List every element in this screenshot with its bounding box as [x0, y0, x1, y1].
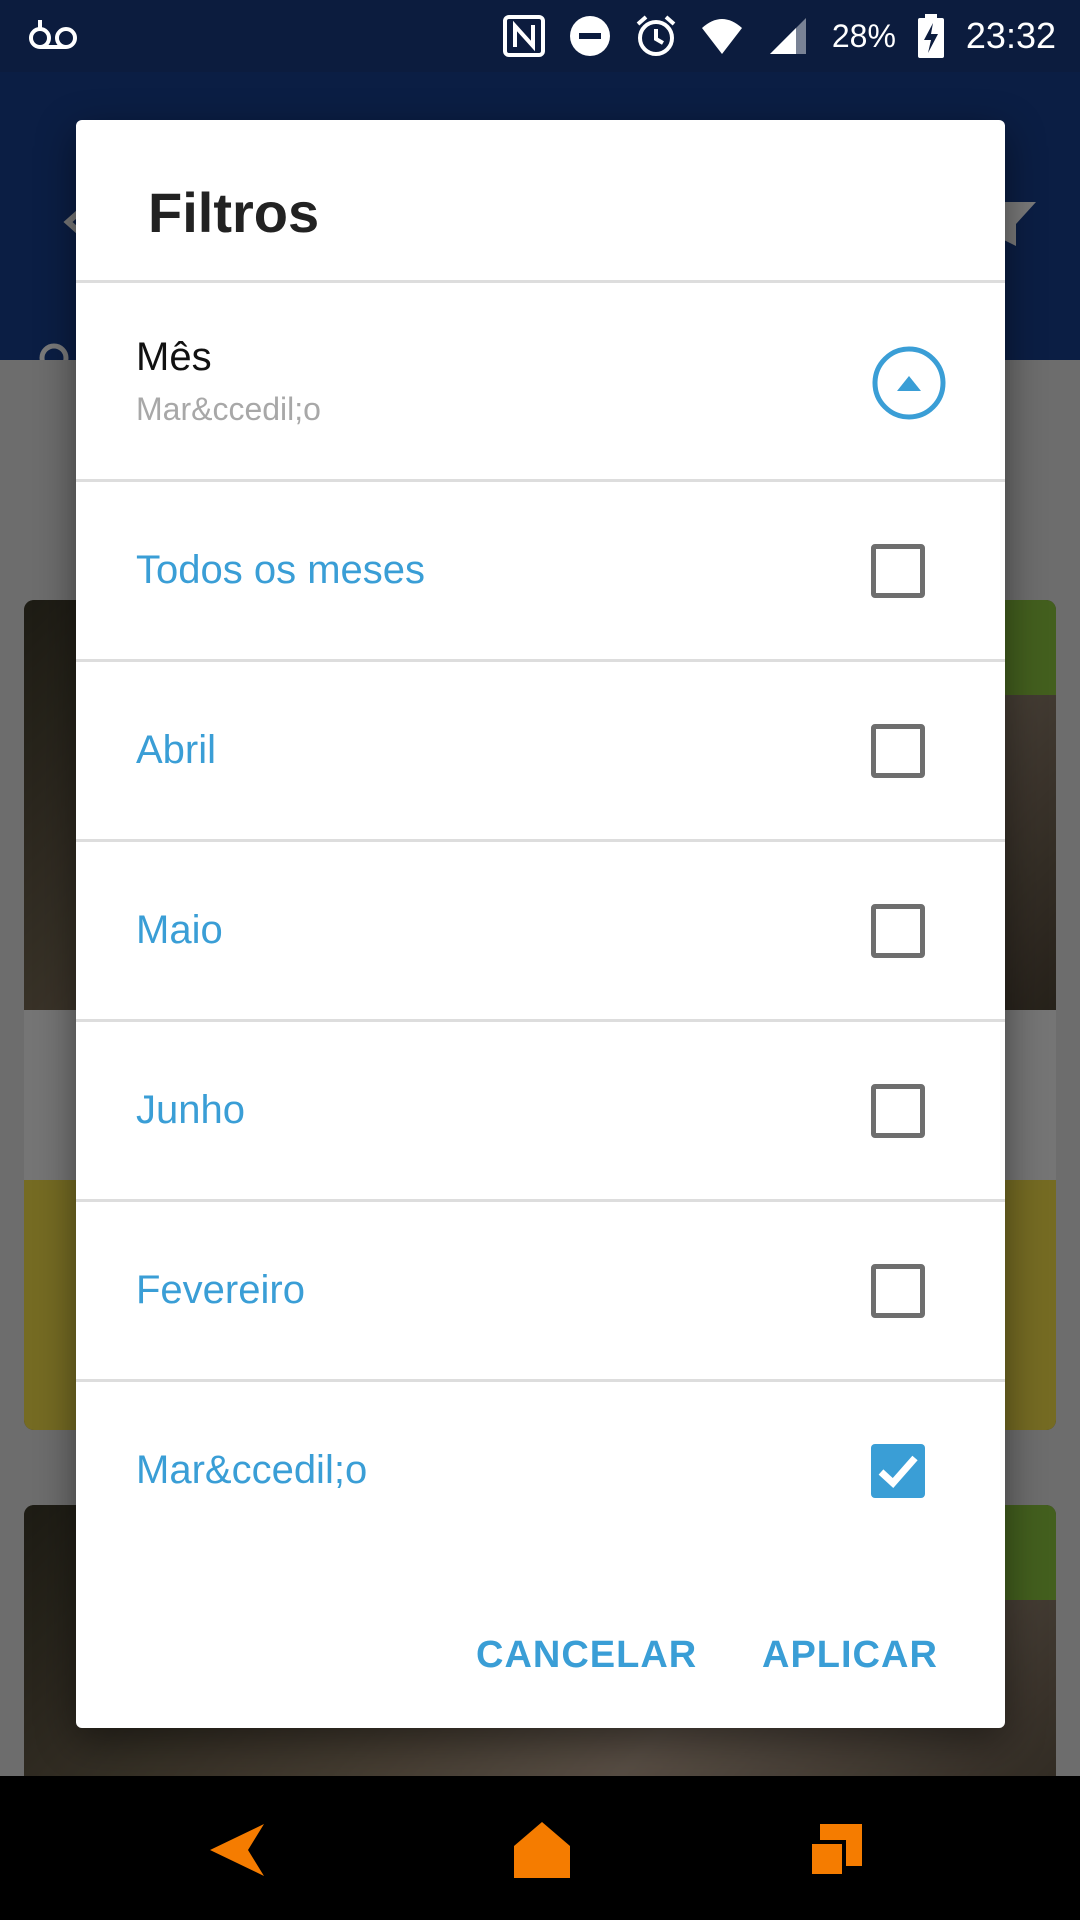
recents-icon[interactable] — [806, 1820, 866, 1880]
option-label: Mar&ccedil;o — [136, 1448, 368, 1492]
apply-button[interactable]: APLICAR — [762, 1610, 938, 1700]
battery-charging-icon — [917, 14, 944, 58]
clock: 23:32 — [965, 15, 1056, 56]
month-dropdown[interactable]: Mês Mar&ccedil;o — [76, 283, 1005, 479]
filter-dialog: Filtros Mês Mar&ccedil;o Todos os meses … — [76, 120, 1005, 1728]
dialog-title: Filtros — [148, 181, 320, 244]
option-label: Junho — [136, 1088, 245, 1132]
checkbox[interactable] — [871, 904, 925, 958]
option-abril[interactable]: Abril — [76, 662, 1005, 839]
checkbox[interactable] — [871, 1264, 925, 1318]
option-junho[interactable]: Junho — [76, 1022, 1005, 1199]
back-icon[interactable] — [208, 1820, 268, 1880]
checkbox[interactable] — [871, 1084, 925, 1138]
option-label: Maio — [136, 908, 223, 952]
battery-percent: 28% — [831, 17, 896, 54]
option-label: Fevereiro — [136, 1268, 305, 1312]
dropdown-label: Mês — [136, 335, 212, 379]
checkbox[interactable] — [871, 544, 925, 598]
dialog-actions: CANCELAR APLICAR — [76, 1610, 1005, 1700]
option-label: Abril — [136, 728, 217, 772]
wifi-icon — [701, 19, 742, 54]
nfc-icon — [502, 15, 545, 57]
alarm-icon — [636, 15, 676, 56]
home-icon[interactable] — [512, 1820, 572, 1880]
chevron-up-circle-icon[interactable] — [871, 345, 947, 421]
do-not-disturb-icon — [569, 16, 610, 56]
checkmark-icon — [878, 1455, 918, 1488]
cancel-button[interactable]: CANCELAR — [476, 1610, 697, 1700]
status-bar: 28% 23:32 — [0, 0, 1080, 72]
option-fevereiro[interactable]: Fevereiro — [76, 1202, 1005, 1379]
option-marco[interactable]: Mar&ccedil;o — [76, 1382, 1005, 1559]
dropdown-value: Mar&ccedil;o — [136, 391, 321, 427]
signal-icon — [769, 18, 806, 54]
checkbox-checked[interactable] — [871, 1444, 925, 1498]
navigation-bar — [0, 1776, 1080, 1920]
voicemail-icon — [29, 20, 77, 49]
option-todos-os-meses[interactable]: Todos os meses — [76, 482, 1005, 659]
option-label: Todos os meses — [136, 548, 426, 592]
option-maio[interactable]: Maio — [76, 842, 1005, 1019]
checkbox[interactable] — [871, 724, 925, 778]
